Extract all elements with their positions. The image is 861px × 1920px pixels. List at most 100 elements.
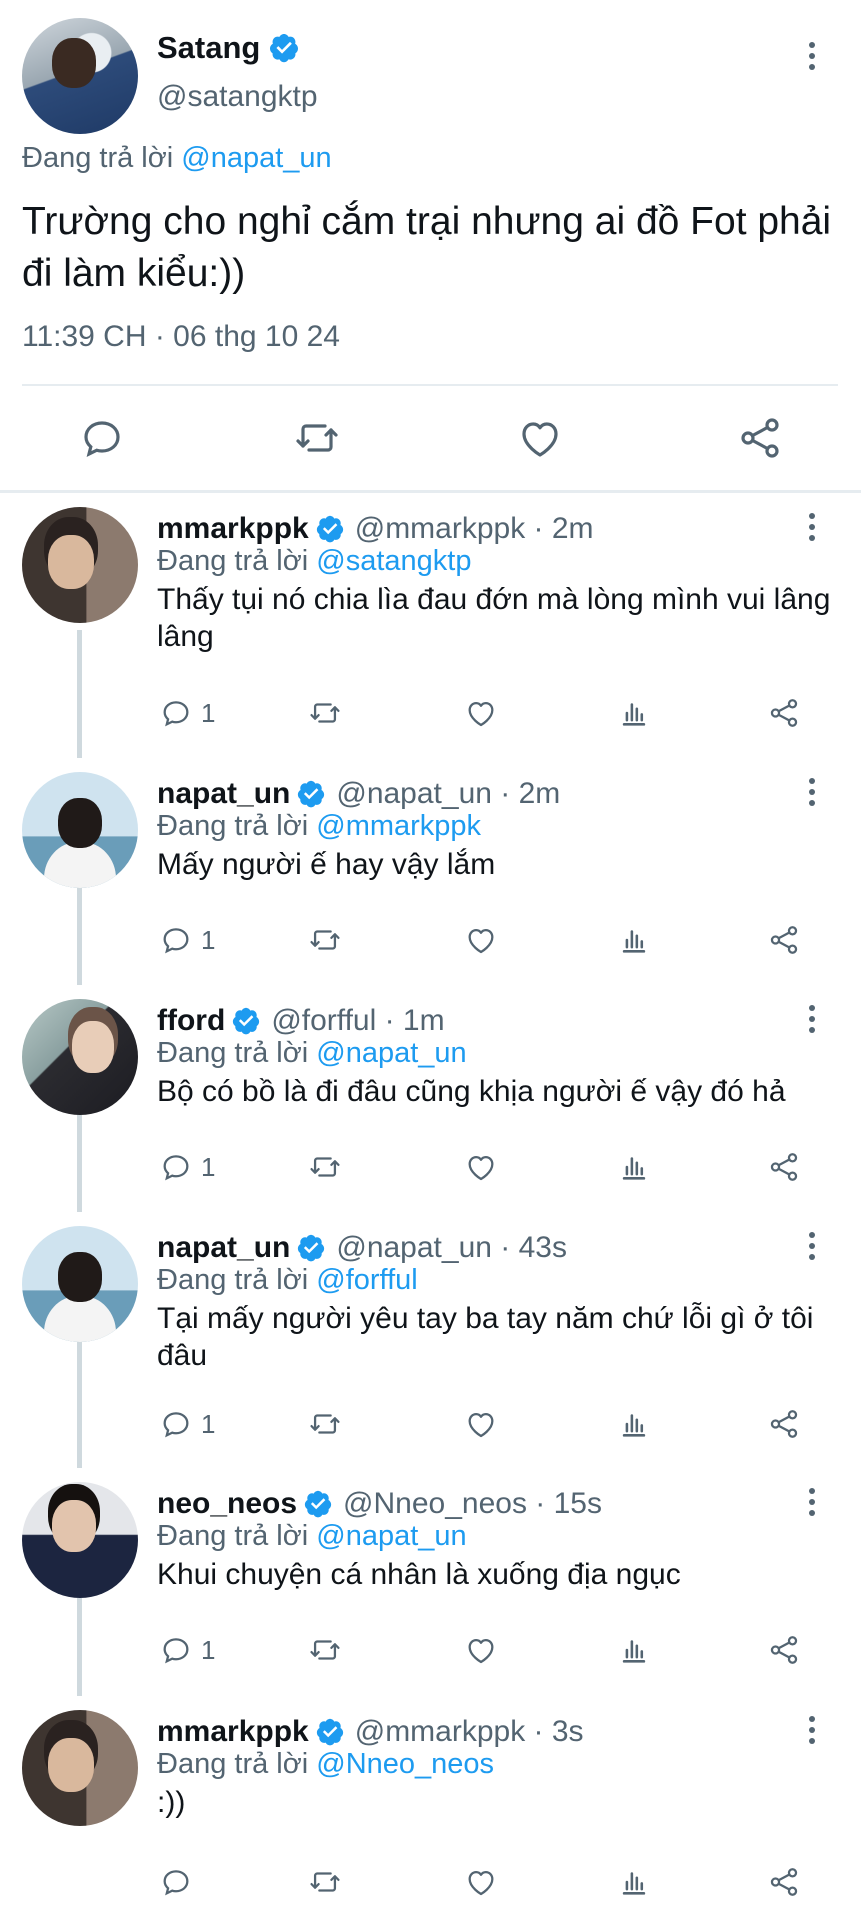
retweet-button[interactable] [308, 1630, 342, 1670]
retweet-button[interactable] [308, 693, 342, 733]
more-vertical-icon[interactable] [800, 36, 824, 76]
replying-to-link[interactable]: @napat_un [181, 142, 331, 174]
reply-tweet[interactable]: napat_un @napat_un · 43s Đang trả lời @f… [0, 1212, 861, 1468]
tweet-text: Khui chuyện cá nhân là xuống địa ngục [157, 1558, 681, 1591]
replying-to: Đang trả lời @mmarkppk [157, 810, 481, 843]
reply-button[interactable]: 1 [159, 1147, 215, 1187]
reply-tweet[interactable]: mmarkppk @mmarkppk · 2m Đang trả lời @sa… [0, 493, 861, 758]
reply-tweet[interactable]: neo_neos @Nneo_neos · 15s Đang trả lời @… [0, 1468, 861, 1696]
retweet-button[interactable] [308, 1862, 342, 1902]
author-row: mmarkppk @mmarkppk · 3s [157, 1712, 584, 1752]
retweet-button[interactable] [308, 920, 342, 960]
author-handle[interactable]: @napat_un · 2m [336, 777, 560, 811]
author-name[interactable]: mmarkppk [157, 1715, 309, 1749]
main-tweet: Satang @satangktp Đang trả lời @napat_un… [0, 0, 861, 493]
author-name[interactable]: napat_un [157, 777, 290, 811]
avatar[interactable] [22, 1226, 138, 1342]
retweet-icon [310, 1157, 340, 1177]
author-handle[interactable]: @Nneo_neos · 15s [343, 1487, 602, 1521]
divider [22, 384, 838, 386]
more-vertical-icon[interactable] [800, 1482, 824, 1522]
reply-bubble-icon[interactable] [78, 414, 126, 462]
tweet-timestamp[interactable]: 11:39 CH · 06 thg 10 24 [22, 320, 340, 354]
avatar[interactable] [22, 1482, 138, 1598]
reply-button[interactable]: 1 [159, 920, 215, 960]
share-icon [770, 926, 798, 954]
reply-tweet[interactable]: mmarkppk @mmarkppk · 3s Đang trả lời @Nn… [0, 1696, 861, 1920]
like-button[interactable] [464, 693, 498, 733]
reply-button[interactable]: 1 [159, 1630, 215, 1670]
retweet-icon[interactable] [293, 414, 341, 462]
replying-to-link[interactable]: @napat_un [316, 1520, 466, 1552]
more-vertical-icon[interactable] [800, 999, 824, 1039]
retweet-icon [310, 1872, 340, 1892]
analytics-button[interactable] [617, 1862, 651, 1902]
author-handle[interactable]: @mmarkppk · 2m [355, 512, 594, 546]
heart-icon [468, 1638, 494, 1664]
replying-to-link[interactable]: @mmarkppk [316, 810, 481, 842]
retweet-button[interactable] [308, 1147, 342, 1187]
share-button[interactable] [767, 1862, 801, 1902]
share-button[interactable] [767, 1147, 801, 1187]
share-button[interactable] [767, 1404, 801, 1444]
analytics-button[interactable] [617, 920, 651, 960]
avatar[interactable] [22, 772, 138, 888]
reply-bubble-icon [163, 701, 189, 727]
reply-button[interactable]: 1 [159, 693, 215, 733]
author-handle[interactable]: @forfful · 1m [271, 1004, 444, 1038]
share-icon [770, 1410, 798, 1438]
more-vertical-icon[interactable] [800, 507, 824, 547]
analytics-button[interactable] [617, 693, 651, 733]
author-row: Satang [157, 28, 300, 68]
analytics-button[interactable] [617, 1404, 651, 1444]
tweet-text: Mấy người ế hay vậy lắm [157, 848, 496, 881]
share-button[interactable] [767, 1630, 801, 1670]
share-icon [770, 1153, 798, 1181]
avatar[interactable] [22, 507, 138, 623]
reply-tweet[interactable]: napat_un @napat_un · 2m Đang trả lời @mm… [0, 758, 861, 985]
author-handle[interactable]: @satangktp [157, 80, 318, 114]
replying-to-link[interactable]: @forfful [316, 1264, 417, 1296]
verified-badge-icon [233, 1007, 260, 1035]
tweet-actions [157, 1862, 837, 1902]
replying-to-link[interactable]: @Nneo_neos [316, 1748, 494, 1780]
analytics-button[interactable] [617, 1630, 651, 1670]
replying-to-link[interactable]: @satangktp [316, 545, 471, 577]
avatar[interactable] [22, 1710, 138, 1826]
author-name[interactable]: fford [157, 1004, 225, 1038]
author-handle[interactable]: @mmarkppk · 3s [355, 1715, 584, 1749]
share-icon [770, 1636, 798, 1664]
more-vertical-icon[interactable] [800, 1226, 824, 1266]
author-name[interactable]: neo_neos [157, 1487, 297, 1521]
reply-tweet[interactable]: fford @forfful · 1m Đang trả lời @napat_… [0, 985, 861, 1212]
heart-icon[interactable] [516, 414, 564, 462]
analytics-button[interactable] [617, 1147, 651, 1187]
replying-to: Đang trả lời @napat_un [22, 142, 332, 175]
like-button[interactable] [464, 1862, 498, 1902]
reply-button[interactable]: 1 [159, 1404, 215, 1444]
share-icon[interactable] [736, 414, 784, 462]
author-name[interactable]: napat_un [157, 1231, 290, 1265]
replying-to-link[interactable]: @napat_un [316, 1037, 466, 1069]
share-button[interactable] [767, 693, 801, 733]
reply-button[interactable] [159, 1862, 201, 1902]
like-button[interactable] [464, 1630, 498, 1670]
author-name[interactable]: mmarkppk [157, 512, 309, 546]
like-button[interactable] [464, 1404, 498, 1444]
more-vertical-icon[interactable] [800, 1710, 824, 1750]
author-handle[interactable]: @napat_un · 43s [336, 1231, 567, 1265]
share-button[interactable] [767, 920, 801, 960]
author-name[interactable]: Satang [157, 30, 260, 66]
replying-to: Đang trả lời @forfful [157, 1264, 418, 1297]
heart-icon [468, 1870, 494, 1896]
avatar[interactable] [22, 18, 138, 134]
retweet-button[interactable] [308, 1404, 342, 1444]
reply-count: 1 [201, 697, 216, 728]
like-button[interactable] [464, 1147, 498, 1187]
tweet-actions [0, 400, 861, 476]
verified-badge-icon [316, 515, 343, 543]
like-button[interactable] [464, 920, 498, 960]
more-vertical-icon[interactable] [800, 772, 824, 812]
avatar[interactable] [22, 999, 138, 1115]
retweet-icon [310, 1640, 340, 1660]
